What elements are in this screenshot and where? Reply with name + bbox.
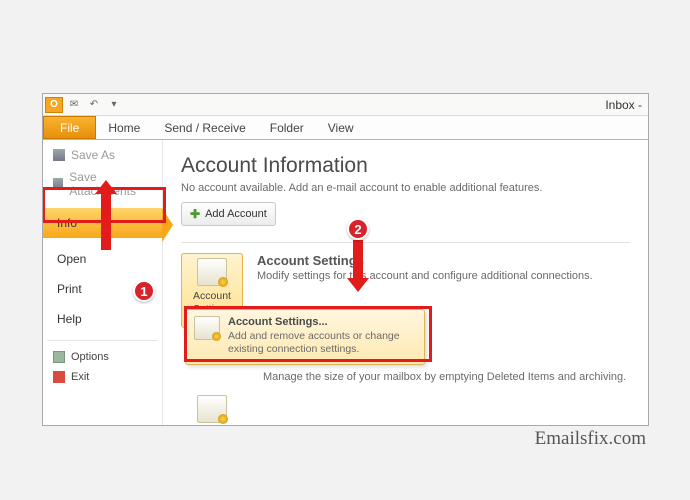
save-attachments-icon: [53, 178, 63, 190]
backstage-main: Account Information No account available…: [163, 140, 648, 425]
window-title: Inbox -: [605, 98, 642, 112]
nav-save-as: Save As: [43, 144, 162, 166]
cleanup-desc: Manage the size of your mailbox by empty…: [263, 371, 626, 383]
annotation-arrow-1: [101, 192, 111, 250]
save-icon: [53, 149, 65, 161]
tab-send-receive[interactable]: Send / Receive: [152, 116, 257, 139]
file-tab[interactable]: File: [43, 116, 96, 139]
quick-access-toolbar: O ✉ ↶ ▾ Inbox -: [43, 94, 648, 116]
account-settings-menu-desc: Add and remove accounts or change existi…: [228, 330, 416, 356]
outlook-logo-icon: O: [45, 97, 63, 113]
annotation-arrow-2: [353, 240, 363, 280]
page-subtitle: No account available. Add an e-mail acco…: [181, 182, 630, 194]
ribbon-tabs: File Home Send / Receive Folder View: [43, 116, 648, 140]
cleanup-tools-button[interactable]: Cleanup Tools ▼: [181, 390, 243, 426]
page-title: Account Information: [181, 154, 630, 178]
tab-view[interactable]: View: [316, 116, 366, 139]
account-settings-title: Account Settings: [257, 253, 593, 268]
nav-separator: [47, 340, 158, 341]
nav-help[interactable]: Help: [43, 304, 162, 334]
account-settings-icon: [197, 258, 227, 286]
qat-send-receive-icon[interactable]: ✉: [65, 97, 83, 113]
annotation-badge-2: 2: [347, 218, 369, 240]
account-settings-menu: Account Settings... Add and remove accou…: [185, 309, 425, 365]
account-settings-desc: Modify settings for this account and con…: [257, 270, 593, 282]
nav-options[interactable]: Options: [43, 347, 162, 367]
backstage-body: Save As Save Attachments Info Open Print…: [43, 140, 648, 425]
account-settings-section: Account Settings ▼ Account Settings Modi…: [181, 253, 630, 328]
tab-folder[interactable]: Folder: [258, 116, 316, 139]
cleanup-tools-icon: [197, 395, 227, 423]
exit-icon: [53, 371, 65, 383]
add-account-label: Add Account: [205, 208, 267, 220]
file-tab-label: File: [60, 121, 79, 135]
nav-info-label: Info: [57, 216, 77, 230]
add-account-button[interactable]: ✚ Add Account: [181, 202, 276, 226]
qat-undo-icon[interactable]: ↶: [85, 97, 103, 113]
nav-exit[interactable]: Exit: [43, 367, 162, 387]
outlook-window: O ✉ ↶ ▾ Inbox - File Home Send / Receive…: [42, 93, 649, 426]
section-divider: [181, 242, 630, 243]
account-settings-menu-icon: [194, 316, 220, 340]
account-settings-menu-title: Account Settings...: [228, 316, 416, 328]
annotation-badge-1: 1: [133, 280, 155, 302]
tab-home[interactable]: Home: [96, 116, 152, 139]
qat-customize-icon[interactable]: ▾: [105, 97, 123, 113]
plus-icon: ✚: [190, 207, 200, 221]
account-settings-menu-item[interactable]: Account Settings... Add and remove accou…: [228, 316, 416, 356]
options-icon: [53, 351, 65, 363]
watermark: Emailsfix.com: [535, 428, 646, 450]
